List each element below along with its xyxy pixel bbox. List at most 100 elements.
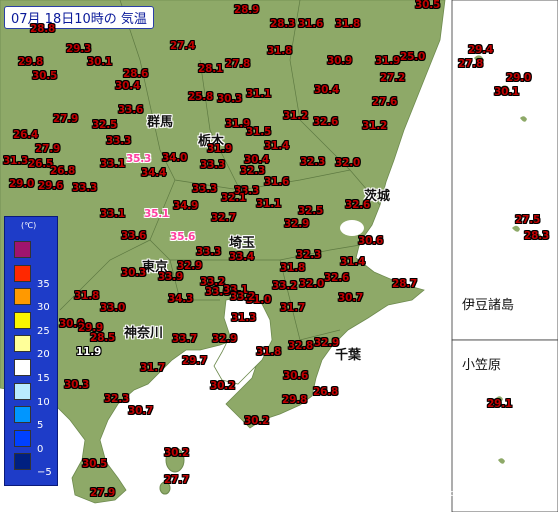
temp-reading: 26.8 <box>50 165 76 177</box>
temp-reading: 31.5 <box>246 126 272 138</box>
temp-reading: 30.6 <box>283 370 309 382</box>
legend-unit: (℃) <box>21 221 37 230</box>
temp-reading: 27.4 <box>170 40 196 52</box>
temp-reading: 32.7 <box>211 212 237 224</box>
temp-reading: 33.2 <box>230 291 256 303</box>
temp-reading: 29.0 <box>9 178 35 190</box>
legend-label: 25 <box>37 325 50 337</box>
temp-reading: 32.6 <box>324 272 350 284</box>
temp-reading-high: 35.1 <box>144 208 170 220</box>
temp-reading: 31.6 <box>298 18 324 30</box>
temp-reading: 26.4 <box>13 129 39 141</box>
temp-reading: 32.3 <box>296 249 322 261</box>
legend-label: −5 <box>37 467 52 479</box>
pref-label-kanagawa: 神奈川 <box>124 326 164 341</box>
temp-reading: 33.3 <box>200 159 226 171</box>
temp-reading: 31.1 <box>256 198 282 210</box>
region-label-izu: 伊豆諸島 <box>462 298 515 313</box>
temp-reading: 28.8 <box>30 23 56 35</box>
temp-reading-high: 35.6 <box>170 231 196 243</box>
temp-reading: 31.8 <box>267 45 293 57</box>
temp-reading: 33.6 <box>118 104 144 116</box>
legend-label: 15 <box>37 373 50 384</box>
temp-reading: 28.5 <box>90 332 116 344</box>
temp-reading: 32.0 <box>335 157 361 169</box>
temp-reading: 32.3 <box>300 156 326 168</box>
pref-label-gunma: 群馬 <box>147 115 174 130</box>
temp-reading: 27.7 <box>164 474 190 486</box>
legend-swatch <box>14 311 31 329</box>
temp-reading: 31.4 <box>264 140 290 152</box>
temp-reading: 30.6 <box>358 235 384 247</box>
legend-label: 20 <box>37 349 50 361</box>
temp-reading: 33.2 <box>272 280 298 292</box>
legend-swatch <box>14 359 31 376</box>
temp-reading: 32.3 <box>240 165 266 177</box>
temp-reading: 34.3 <box>168 293 194 305</box>
temp-reading: 28.6 <box>123 68 149 80</box>
temp-reading: 29.7 <box>182 355 208 367</box>
legend-swatch <box>14 453 31 471</box>
temp-reading: 33.1 <box>100 158 126 170</box>
temp-reading: 27.9 <box>53 113 79 125</box>
temp-reading: 31.3 <box>3 155 29 167</box>
temp-reading: 30.2 <box>244 415 270 427</box>
temp-reading: 32.9 <box>314 337 340 349</box>
temp-reading: 31.8 <box>256 346 282 358</box>
temp-reading: 33.3 <box>192 183 218 195</box>
temp-reading: 27.8 <box>458 58 484 70</box>
temp-reading: 27.6 <box>372 96 398 108</box>
temp-reading: 31.7 <box>140 362 166 374</box>
temp-reading: 30.7 <box>338 292 364 304</box>
temp-reading: 30.3 <box>64 379 90 391</box>
map-canvas <box>0 0 558 512</box>
temp-reading: 28.3 <box>270 18 296 30</box>
legend-swatch <box>14 335 31 353</box>
temp-reading: 33.4 <box>229 251 255 263</box>
temp-reading: 33.3 <box>106 135 132 147</box>
temp-reading: 31.3 <box>231 312 257 324</box>
map-title: 07月 18日10時の 気温 <box>4 6 154 29</box>
temp-reading: 32.9 <box>284 218 310 230</box>
legend-swatch <box>14 429 31 447</box>
pref-label-saitama: 埼玉 <box>229 236 256 251</box>
temp-reading: 32.3 <box>104 393 130 405</box>
temp-reading: 28.3 <box>524 230 550 242</box>
temp-reading: 31.9 <box>375 55 401 67</box>
temp-reading: 30.3 <box>217 93 243 105</box>
temp-reading: 32.5 <box>298 205 324 217</box>
temp-reading: 31.4 <box>340 256 366 268</box>
legend-swatch <box>14 406 31 424</box>
temp-reading: 29.8 <box>282 394 308 406</box>
temp-reading: 32.1 <box>221 192 247 204</box>
temp-reading: 30.2 <box>210 380 236 392</box>
temp-reading: 32.9 <box>212 333 238 345</box>
lake-kasumigaura <box>340 220 364 236</box>
temp-reading: 30.2 <box>164 447 190 459</box>
temp-reading: 27.9 <box>35 143 61 155</box>
legend-label: 35 <box>37 278 50 290</box>
temp-reading: 34.9 <box>173 200 199 212</box>
temp-reading: 30.4 <box>115 80 141 92</box>
temp-reading: 26.8 <box>313 386 339 398</box>
legend-swatch <box>14 382 31 400</box>
legend-label: 5 <box>37 420 44 432</box>
temp-reading: 25.0 <box>400 51 426 63</box>
temp-reading: 29.6 <box>38 180 64 192</box>
temp-reading: 30.5 <box>82 458 108 470</box>
temp-reading: 32.8 <box>288 340 314 352</box>
temp-reading: 32.9 <box>177 260 203 272</box>
temp-reading: 27.9 <box>90 487 116 499</box>
temp-reading: 34.0 <box>162 152 188 164</box>
temp-reading: 33.6 <box>121 230 147 242</box>
temp-reading: 29.4 <box>468 44 494 56</box>
temp-reading: 31.7 <box>280 302 306 314</box>
temp-reading: 32.6 <box>345 199 371 211</box>
temp-reading-low: 11.9 <box>76 346 102 358</box>
temp-reading: 30.3 <box>121 267 147 279</box>
copyright-text: All rights reserved. Copyright © Japan M… <box>236 489 513 499</box>
legend-swatch <box>14 241 31 258</box>
temp-reading: 28.1 <box>198 63 224 75</box>
temp-reading: 33.3 <box>196 246 222 258</box>
map-frame: 07月 18日10時の 気温 群馬 栃木 茨城 埼玉 東京 神奈川 千葉 伊豆諸… <box>0 0 558 512</box>
